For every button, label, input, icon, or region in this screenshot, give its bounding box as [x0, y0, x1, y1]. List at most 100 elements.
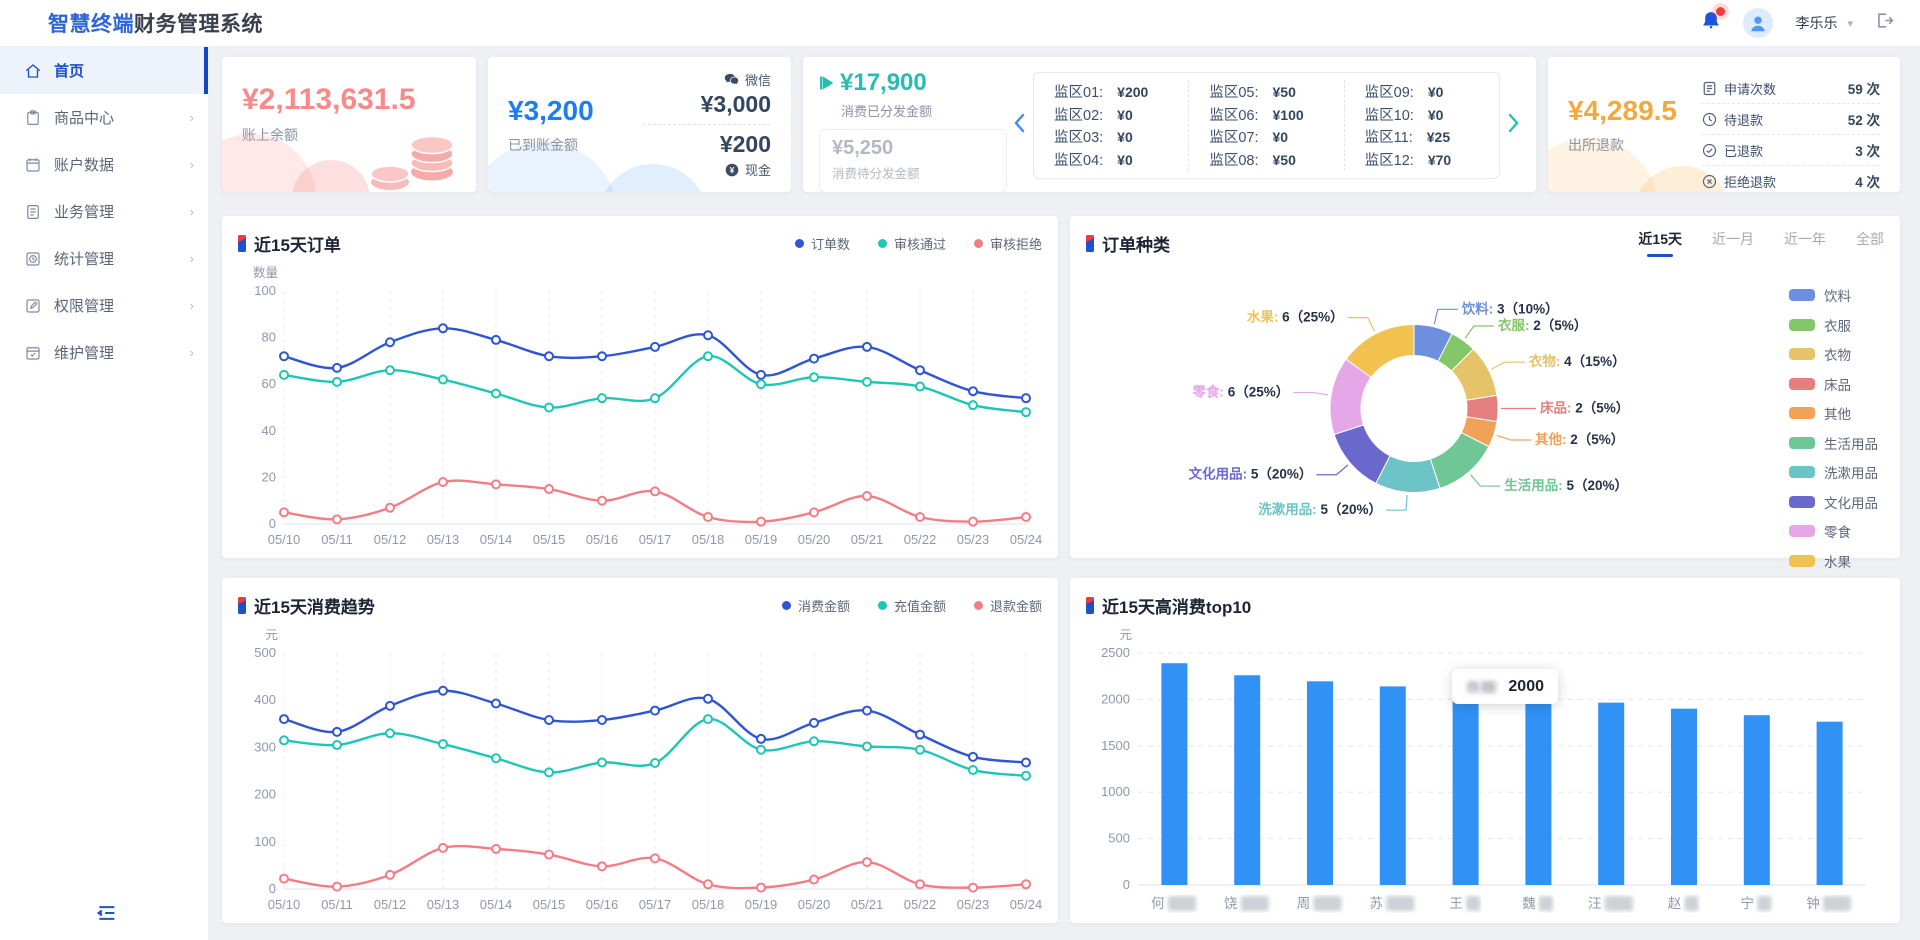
sidebar-item-permission-mgmt[interactable]: 权限管理› — [0, 282, 208, 329]
zones-grid: 监区01:¥200监区02:¥0监区03:¥0监区04:¥0监区05:¥50监区… — [1033, 72, 1500, 179]
sidebar-item-business-mgmt[interactable]: 业务管理› — [0, 188, 208, 235]
zone-value: ¥0 — [1273, 129, 1289, 145]
legend-item-退款金额[interactable]: 退款金额 — [974, 596, 1042, 615]
svg-text:500: 500 — [1108, 831, 1130, 846]
user-name[interactable]: 李乐乐 — [1795, 13, 1837, 33]
legend-label: 消费金额 — [798, 596, 850, 615]
order-types-title: 订单种类 — [1102, 231, 1170, 256]
bar-苏[interactable] — [1380, 686, 1406, 885]
refund-stat-value: 4 次 — [1855, 171, 1880, 191]
donut-legend-item-生活用品[interactable]: 生活用品 — [1789, 433, 1878, 453]
bar-赵[interactable] — [1671, 709, 1697, 885]
svg-text:40: 40 — [262, 423, 276, 438]
donut-legend-item-饮料[interactable]: 饮料 — [1789, 285, 1878, 305]
svg-text:05/13: 05/13 — [427, 897, 460, 912]
bar-宁[interactable] — [1744, 715, 1770, 885]
tab-全部[interactable]: 全部 — [1856, 229, 1884, 257]
bar-钟[interactable] — [1817, 722, 1843, 885]
zone-value: ¥0 — [1117, 129, 1133, 145]
donut-svg: 饮料: 3（10%）衣服: 2（5%）衣物: 4（15%）床品: 2（5%）其他… — [1086, 257, 1726, 552]
consume-trend-svg: 05/1005/1105/1205/1305/1405/1505/1605/17… — [238, 619, 1042, 917]
chart-card-top10: 近15天高消费top10 05001000150020002500元何饶周苏王魏… — [1070, 578, 1900, 923]
refund-stat-label: 待退款 — [1724, 110, 1841, 129]
tooltip-name-blur — [1481, 681, 1496, 693]
zone-value: ¥50 — [1273, 84, 1296, 100]
svg-text:0: 0 — [1123, 877, 1130, 892]
play-icon — [819, 75, 833, 91]
bar-label-masked — [1241, 896, 1269, 911]
zone-label: 监区06: — [1209, 104, 1258, 125]
logout-icon[interactable] — [1875, 11, 1894, 35]
cash-amount: ¥200 — [619, 131, 771, 158]
donut-legend-item-文化用品[interactable]: 文化用品 — [1789, 492, 1878, 512]
zone-value: ¥70 — [1428, 152, 1451, 168]
bar-label-char: 魏 — [1522, 896, 1536, 911]
zones-prev-button[interactable] — [1007, 109, 1031, 142]
sidebar-item-home[interactable]: 首页 — [0, 47, 208, 94]
chevron-down-icon[interactable]: ▾ — [1847, 17, 1853, 30]
zone-label: 监区05: — [1209, 81, 1258, 102]
sidebar-item-label: 业务管理 — [54, 201, 178, 222]
zone-value: ¥0 — [1428, 107, 1444, 123]
sidebar-item-stats-mgmt[interactable]: 统计管理› — [0, 235, 208, 282]
sidebar-item-label: 账户数据 — [54, 154, 178, 175]
permission-mgmt-icon — [24, 297, 42, 315]
legend-item-审核拒绝[interactable]: 审核拒绝 — [974, 234, 1042, 253]
donut-legend-item-其他[interactable]: 其他 — [1789, 403, 1878, 423]
donut-legend-item-衣服[interactable]: 衣服 — [1789, 315, 1878, 335]
bar-周[interactable] — [1307, 681, 1333, 885]
wechat-icon — [724, 73, 739, 86]
svg-text:05/21: 05/21 — [851, 532, 884, 547]
donut-legend-item-床品[interactable]: 床品 — [1789, 374, 1878, 394]
legend-label: 充值金额 — [894, 596, 946, 615]
legend-item-审核通过[interactable]: 审核通过 — [878, 234, 946, 253]
svg-text:05/22: 05/22 — [904, 532, 937, 547]
bar-王[interactable] — [1453, 692, 1479, 885]
zone-item: 监区04:¥0 — [1054, 149, 1168, 170]
avatar[interactable] — [1743, 8, 1773, 38]
refund-stat-row: 已退款3 次 — [1702, 134, 1880, 165]
legend-swatch-icon — [1789, 319, 1815, 331]
zones-next-button[interactable] — [1502, 109, 1526, 142]
legend-item-消费金额[interactable]: 消费金额 — [782, 596, 850, 615]
brand-primary: 智慧终端 — [48, 13, 134, 36]
bar-label-masked — [1823, 896, 1851, 911]
bar-label-masked — [1386, 896, 1414, 911]
sidebar-item-product-center[interactable]: 商品中心› — [0, 94, 208, 141]
sidebar-item-maintenance-mgmt[interactable]: 维护管理› — [0, 329, 208, 376]
check-circle-icon — [1702, 143, 1717, 158]
donut-legend-item-水果[interactable]: 水果 — [1789, 551, 1878, 571]
notification-bell-icon[interactable] — [1701, 10, 1721, 36]
donut-legend-item-衣物[interactable]: 衣物 — [1789, 344, 1878, 364]
bar-label-masked — [1685, 896, 1699, 911]
legend-label: 水果 — [1824, 551, 1851, 571]
bar-魏[interactable] — [1525, 699, 1551, 885]
bar-何[interactable] — [1161, 663, 1187, 885]
refund-stat-row: 拒绝退款 4 次 — [1702, 165, 1880, 192]
bar-tooltip: 魏2000 — [1452, 669, 1558, 704]
svg-text:05/10: 05/10 — [268, 532, 301, 547]
donut-label-文化用品: 文化用品: 5（20%） — [1189, 466, 1313, 482]
sidebar-item-account-data[interactable]: 账户数据› — [0, 141, 208, 188]
tab-近一年[interactable]: 近一年 — [1784, 229, 1826, 257]
tab-近15天[interactable]: 近15天 — [1638, 229, 1682, 257]
legend-item-订单数[interactable]: 订单数 — [795, 234, 850, 253]
legend-item-充值金额[interactable]: 充值金额 — [878, 596, 946, 615]
svg-text:60: 60 — [262, 376, 276, 391]
tab-近一月[interactable]: 近一月 — [1712, 229, 1754, 257]
home-icon — [24, 62, 42, 80]
svg-text:05/13: 05/13 — [427, 532, 460, 547]
refund-stat-label: 拒绝退款 — [1724, 172, 1848, 191]
card-consumption-distribution: ¥17,900 消费已分发金额 ¥5,250 消费待分发金额 监区01:¥200… — [803, 57, 1536, 192]
zone-label: 监区08: — [1209, 149, 1258, 170]
donut-legend-item-零食[interactable]: 零食 — [1789, 521, 1878, 541]
legend-swatch-icon — [1789, 407, 1815, 419]
clock-icon — [1702, 112, 1717, 127]
bar-汪[interactable] — [1598, 703, 1624, 885]
collapse-sidebar-icon[interactable] — [96, 905, 116, 926]
sidebar-item-label: 首页 — [54, 60, 190, 81]
bar-饶[interactable] — [1234, 675, 1260, 885]
coins-icon — [356, 112, 466, 190]
account-data-icon — [24, 156, 42, 174]
donut-legend-item-洗漱用品[interactable]: 洗漱用品 — [1789, 462, 1878, 482]
